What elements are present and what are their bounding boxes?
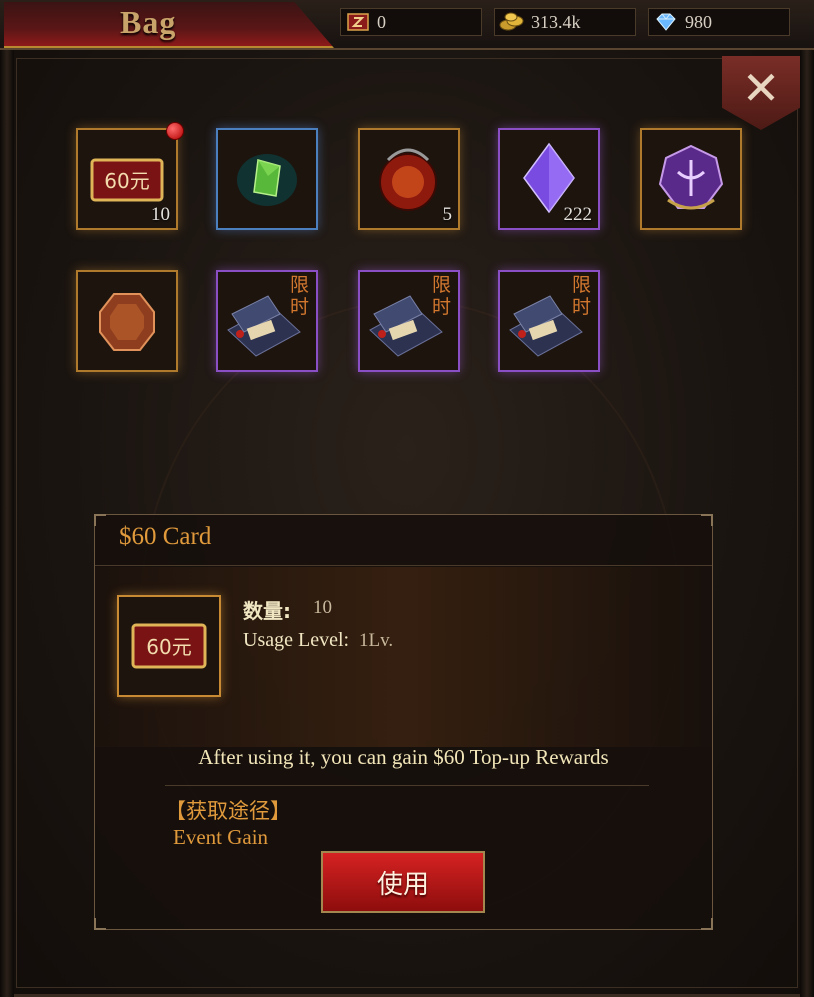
orange-gem-icon (99, 293, 155, 351)
item-detail-panel: $60 Card 60元 数量: 10 Usage Level: 1Lv. Af… (94, 514, 713, 930)
corner-ornament (94, 514, 106, 526)
card-label: 60元 (104, 169, 149, 193)
left-border (0, 0, 14, 997)
page-title: Bag (120, 4, 177, 40)
item-count: 5 (442, 204, 453, 225)
item-count: 222 (563, 204, 593, 225)
usage-level-value: 1Lv. (359, 630, 394, 651)
inventory-slot-limited-chest-3[interactable]: 限时 (498, 270, 600, 372)
purple-emblem-icon (658, 144, 724, 210)
corner-ornament (701, 918, 713, 930)
inventory-slot-60-card[interactable]: 60元 10 (76, 128, 178, 230)
source-heading: 【获取途径】 (165, 799, 291, 823)
detail-item-icon: 60元 (117, 595, 221, 697)
item-count: 10 (151, 204, 170, 225)
top-bar: Bag 0 313.4k 980 (0, 0, 814, 50)
new-item-alert-dot (166, 122, 184, 140)
inventory-slot-red-amulet[interactable]: 5 (358, 128, 460, 230)
ticket-icon (345, 11, 371, 33)
item-description: After using it, you can gain $60 Top-up … (198, 745, 609, 769)
quantity-label: 数量: (243, 599, 291, 623)
inventory-slot-purple-crystal[interactable]: 222 (498, 128, 600, 230)
inventory-slot-purple-emblem[interactable] (640, 128, 742, 230)
source-value: Event Gain (173, 825, 269, 849)
limited-time-label: 限时 (572, 274, 592, 318)
close-icon: ✕ (741, 61, 781, 115)
diamond-icon (653, 11, 679, 33)
gold-value: 313.4k (531, 11, 581, 32)
diamond-value: 980 (685, 11, 712, 32)
ticket-value: 0 (377, 11, 386, 32)
card-60-icon: 60元 (131, 623, 207, 669)
inventory-slot-limited-chest-2[interactable]: 限时 (358, 270, 460, 372)
use-button[interactable]: 使用 (321, 851, 485, 913)
divider (165, 785, 649, 786)
limited-time-label: 限时 (432, 274, 452, 318)
inventory-slot-green-gem[interactable] (216, 128, 318, 230)
divider (95, 565, 712, 566)
corner-ornament (701, 514, 713, 526)
corner-ornament (94, 918, 106, 930)
inventory-slot-orange-gem[interactable] (76, 270, 178, 372)
card-label: 60元 (146, 635, 191, 659)
gold-resource: 313.4k (494, 8, 636, 36)
limited-time-label: 限时 (290, 274, 310, 318)
gold-coins-icon (499, 11, 525, 33)
usage-level-label: Usage Level: (243, 629, 350, 651)
inventory-slot-limited-chest-1[interactable]: 限时 (216, 270, 318, 372)
right-border (800, 0, 814, 997)
item-title: $60 Card (119, 523, 212, 550)
quantity-value: 10 (313, 597, 332, 618)
ticket-resource: 0 (340, 8, 482, 36)
diamond-resource: 980 (648, 8, 790, 36)
green-gem-icon (237, 154, 297, 206)
